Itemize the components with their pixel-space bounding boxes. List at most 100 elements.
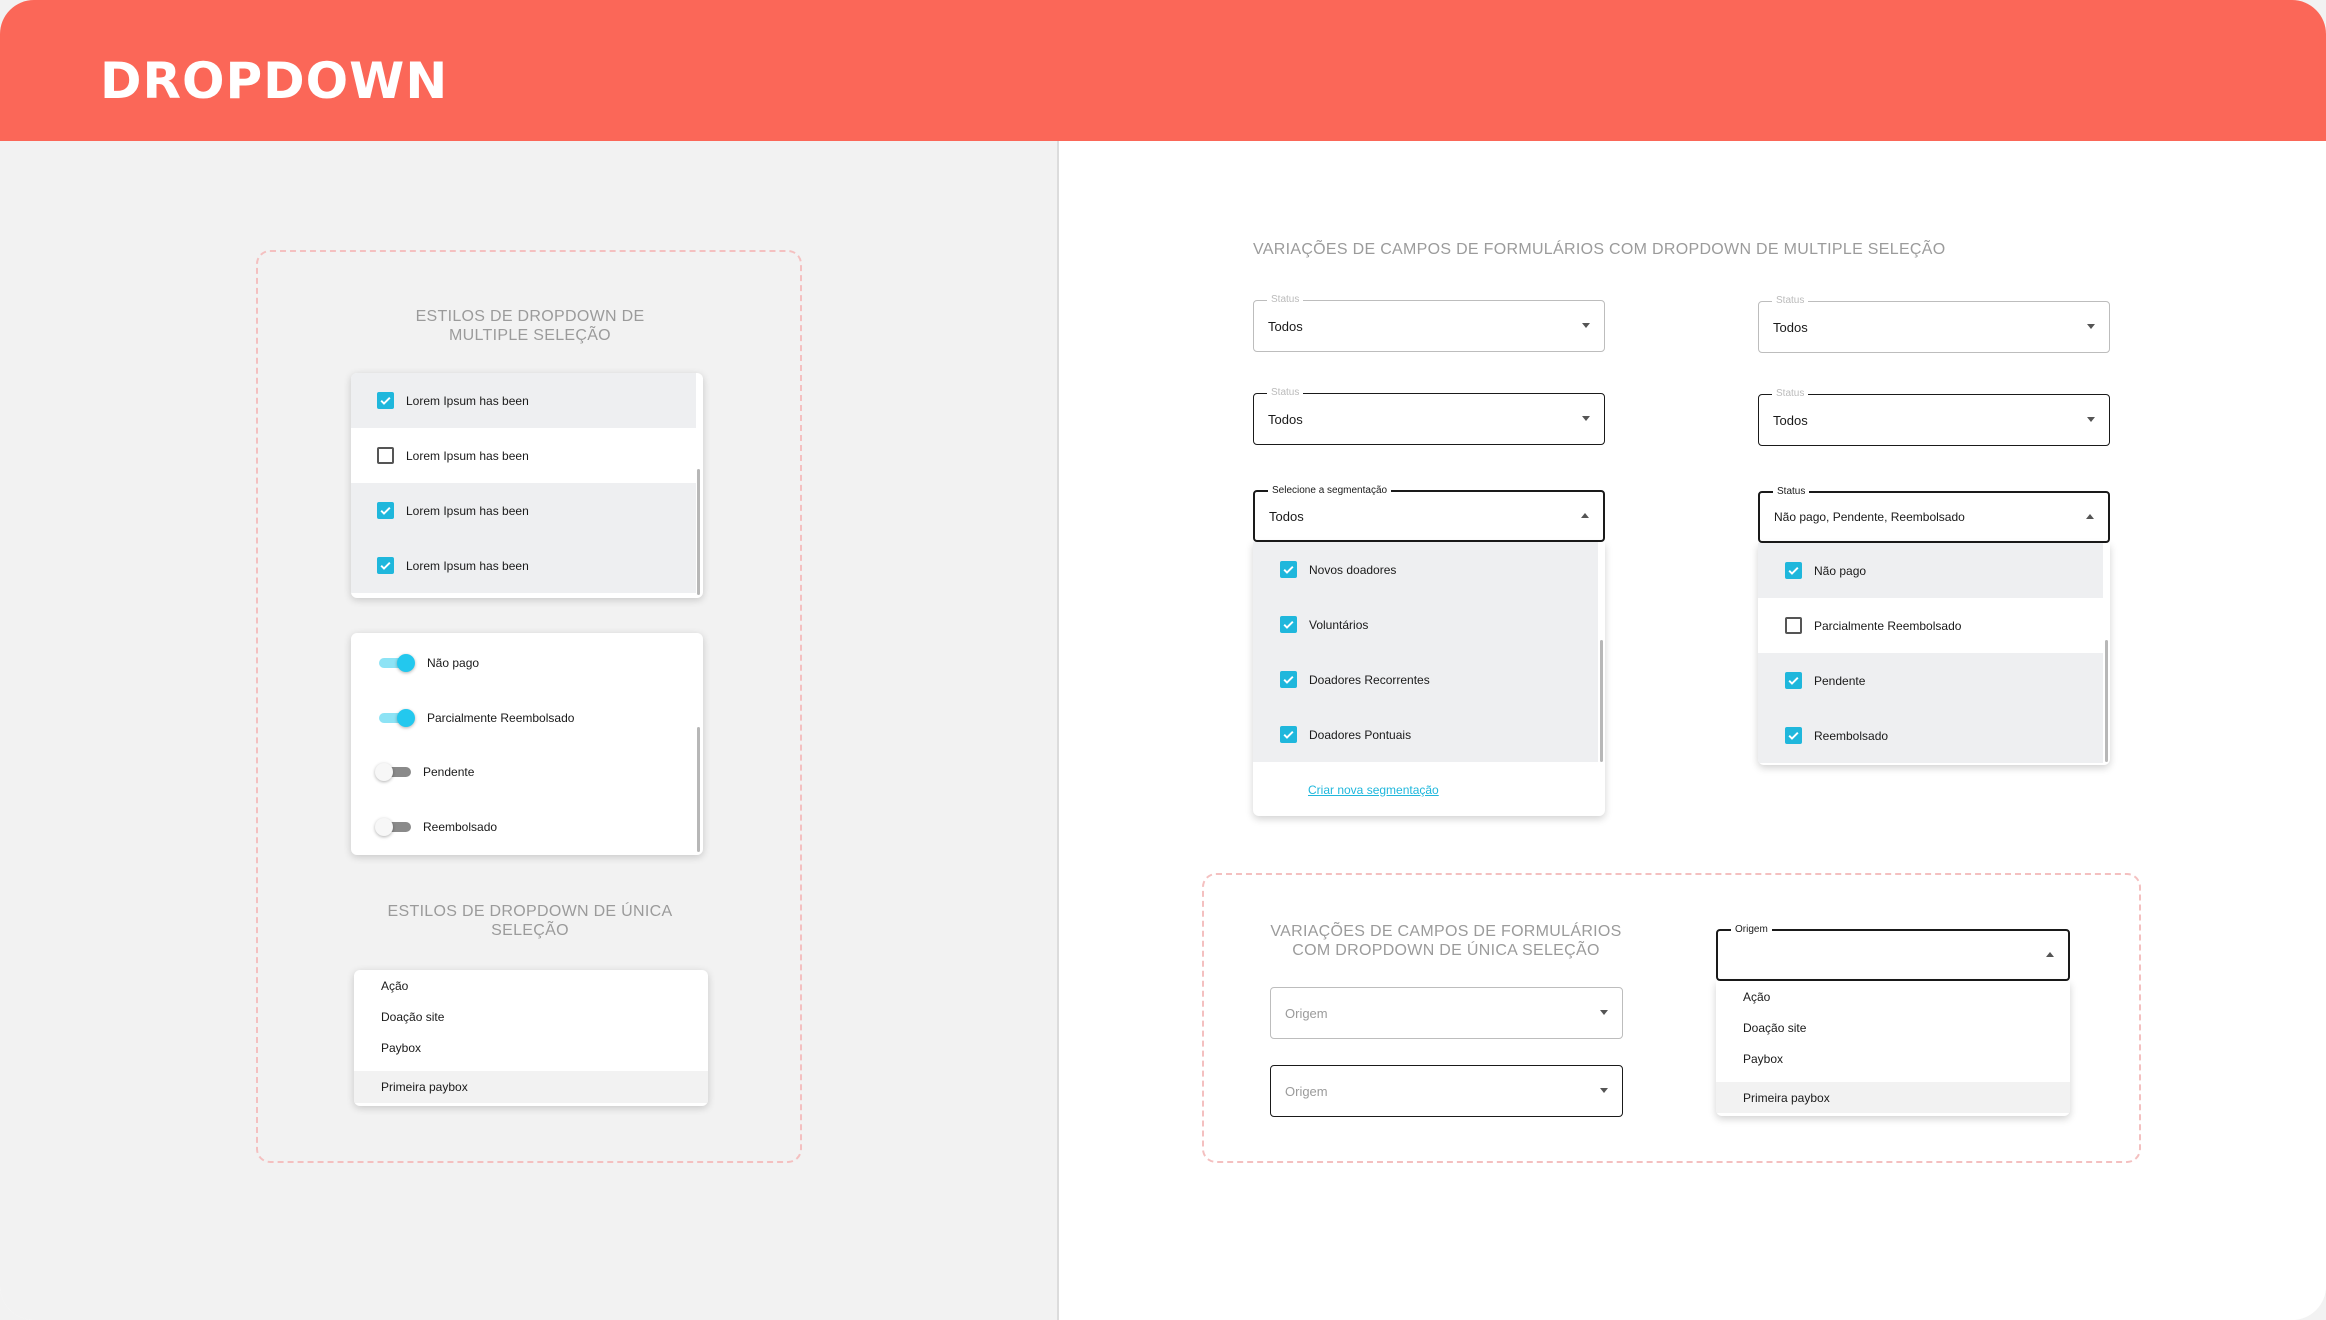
scrollbar[interactable] (697, 727, 700, 852)
multi-variation-title: VARIAÇÕES DE CAMPOS DE FORMULÁRIOS COM D… (1253, 241, 1946, 258)
field-value: Não pago, Pendente, Reembolsado (1774, 510, 1965, 524)
scrollbar[interactable] (2105, 640, 2108, 762)
caret-down-icon[interactable] (1600, 1088, 1608, 1093)
field-value: Todos (1268, 318, 1303, 334)
list-item[interactable]: Não pago (1758, 543, 2103, 598)
list-item[interactable]: Doadores Pontuais (1253, 707, 1598, 762)
list-item[interactable]: Reembolsado (351, 799, 696, 854)
single-variation-title: VARIAÇÕES DE CAMPOS DE FORMULÁRIOS COM D… (1270, 923, 1622, 959)
list-item[interactable]: Novos doadores (1253, 542, 1598, 597)
checkbox-checked-icon[interactable] (1280, 616, 1297, 633)
caret-up-icon[interactable] (1581, 513, 1589, 518)
option-label: Parcialmente Reembolsado (427, 710, 575, 725)
option-label: Pendente (1814, 673, 1866, 688)
status-select-focused[interactable]: Status Todos (1253, 386, 1605, 445)
caret-up-icon[interactable] (2086, 514, 2094, 519)
checkbox-unchecked-icon[interactable] (377, 447, 394, 464)
option-label: Reembolsado (1814, 728, 1889, 743)
option-label: Lorem Ipsum has been (406, 448, 529, 463)
option-label: Lorem Ipsum has been (406, 503, 529, 518)
caret-down-icon[interactable] (1582, 323, 1590, 328)
option-label: Doadores Pontuais (1309, 727, 1412, 742)
checkbox-checked-icon[interactable] (1785, 672, 1802, 689)
toggle-off-icon[interactable] (375, 762, 413, 781)
list-item[interactable]: Lorem Ipsum has been (351, 373, 696, 428)
caret-up-icon[interactable] (2046, 952, 2054, 957)
list-item[interactable]: Doação site (354, 1001, 708, 1032)
origem-options: Ação Doação site Paybox Primeira paybox (1716, 981, 2070, 1116)
field-value: Todos (1773, 412, 1808, 428)
field-value: Todos (1773, 319, 1808, 335)
option-label: Doadores Recorrentes (1309, 672, 1430, 687)
list-item[interactable]: Lorem Ipsum has been (351, 483, 696, 538)
status-select[interactable]: Status Todos (1758, 294, 2110, 353)
create-segment-row: Criar nova segmentação (1253, 762, 1605, 816)
status-select[interactable]: Status Todos (1253, 293, 1605, 352)
status-options: Não pago Parcialmente Reembolsado Penden… (1758, 543, 2110, 765)
checkbox-dropdown: Lorem Ipsum has been Lorem Ipsum has bee… (351, 373, 703, 598)
field-placeholder: Origem (1285, 1083, 1328, 1099)
status-select-focused[interactable]: Status Todos (1758, 387, 2110, 446)
option-label: Não pago (1814, 563, 1867, 578)
segmentation-options: Novos doadores Voluntários Doadores Reco… (1253, 542, 1605, 816)
field-value: Todos (1269, 508, 1304, 524)
field-label: Origem (1731, 923, 1772, 936)
option-label: Lorem Ipsum has been (406, 393, 529, 408)
list-item[interactable]: Paybox (354, 1032, 708, 1063)
list-item[interactable]: Reembolsado (1758, 708, 2103, 763)
caret-down-icon[interactable] (1600, 1010, 1608, 1015)
option-label: Novos doadores (1309, 562, 1397, 577)
create-segment-link[interactable]: Criar nova segmentação (1308, 783, 1439, 797)
status-multiselect-open[interactable]: Status Não pago, Pendente, Reembolsado (1758, 485, 2110, 543)
list-item[interactable]: Voluntários (1253, 597, 1598, 652)
option-label: Voluntários (1309, 617, 1369, 632)
list-item[interactable]: Parcialmente Reembolsado (1758, 598, 2103, 653)
list-item[interactable]: Ação (354, 970, 708, 1001)
field-value: Todos (1268, 411, 1303, 427)
toggle-on-icon[interactable] (377, 708, 415, 727)
checkbox-checked-icon[interactable] (377, 502, 394, 519)
checkbox-checked-icon[interactable] (1785, 562, 1802, 579)
list-item[interactable]: Doação site (1716, 1012, 2070, 1043)
list-item[interactable]: Lorem Ipsum has been (351, 538, 696, 593)
scrollbar[interactable] (1600, 640, 1603, 762)
origem-select-focused[interactable]: Origem (1270, 1065, 1623, 1117)
list-item[interactable]: Pendente (1758, 653, 2103, 708)
list-item-highlighted[interactable]: Primeira paybox (354, 1071, 708, 1103)
page-header: DROPDOWN (0, 0, 2326, 141)
option-label: Lorem Ipsum has been (406, 558, 529, 573)
list-item[interactable]: Ação (1716, 981, 2070, 1012)
caret-down-icon[interactable] (1582, 416, 1590, 421)
origem-select[interactable]: Origem (1270, 987, 1623, 1039)
checkbox-checked-icon[interactable] (1785, 727, 1802, 744)
checkbox-checked-icon[interactable] (377, 392, 394, 409)
option-label: Reembolsado (423, 819, 498, 834)
toggle-on-icon[interactable] (377, 653, 415, 672)
toggle-off-icon[interactable] (375, 817, 413, 836)
list-item[interactable]: Não pago (351, 635, 696, 690)
list-item[interactable]: Paybox (1716, 1043, 2070, 1074)
option-label: Não pago (427, 655, 480, 670)
checkbox-checked-icon[interactable] (1280, 671, 1297, 688)
toggle-dropdown: Não pago Parcialmente Reembolsado Penden… (351, 633, 703, 855)
page-title: DROPDOWN (100, 52, 449, 110)
checkbox-checked-icon[interactable] (377, 557, 394, 574)
checkbox-checked-icon[interactable] (1280, 726, 1297, 743)
checkbox-checked-icon[interactable] (1280, 561, 1297, 578)
option-label: Parcialmente Reembolsado (1814, 618, 1962, 633)
list-item-highlighted[interactable]: Primeira paybox (1716, 1082, 2070, 1113)
caret-down-icon[interactable] (2087, 324, 2095, 329)
single-style-title: ESTILOS DE DROPDOWN DE ÚNICA SELEÇÃO (387, 903, 673, 939)
segmentation-select-open[interactable]: Selecione a segmentação Todos (1253, 484, 1605, 542)
scrollbar[interactable] (697, 469, 700, 595)
list-item[interactable]: Parcialmente Reembolsado (351, 690, 696, 745)
field-placeholder: Origem (1285, 1005, 1328, 1021)
multi-style-title: ESTILOS DE DROPDOWN DE MULTIPLE SELEÇÃO (415, 308, 645, 344)
list-item[interactable]: Doadores Recorrentes (1253, 652, 1598, 707)
checkbox-unchecked-icon[interactable] (1785, 617, 1802, 634)
origem-select-open[interactable]: Origem (1716, 923, 2070, 981)
list-item[interactable]: Pendente (351, 744, 696, 799)
list-item[interactable]: Lorem Ipsum has been (351, 428, 696, 483)
caret-down-icon[interactable] (2087, 417, 2095, 422)
option-label: Pendente (423, 764, 475, 779)
